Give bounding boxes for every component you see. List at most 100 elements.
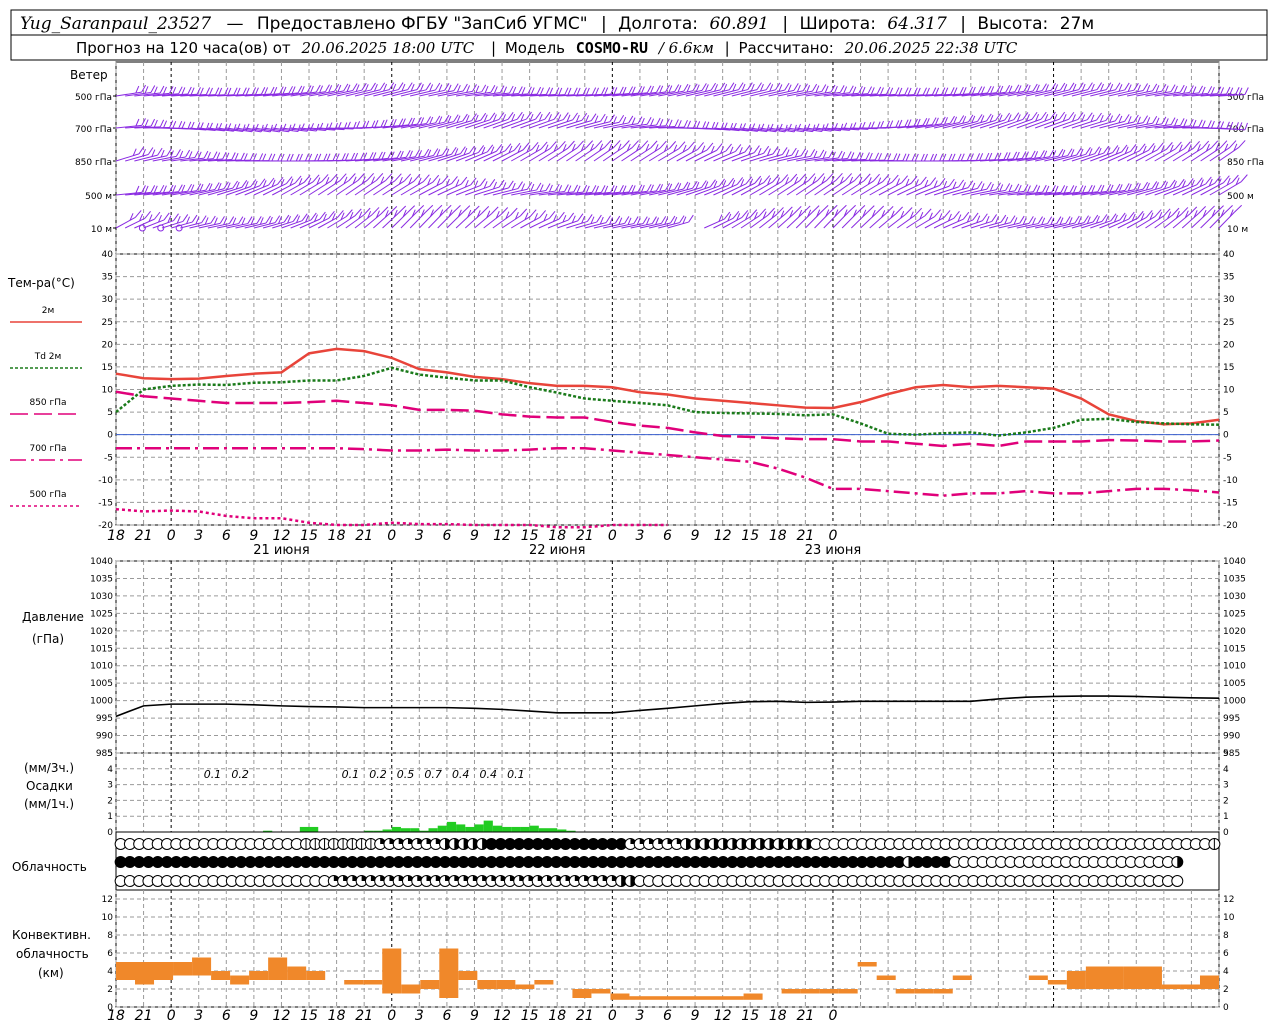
forecast-time: 20.06.2025 18:00 UTC — [300, 39, 474, 57]
wind-barb-flag — [211, 216, 215, 223]
wind-barb-flag — [908, 88, 911, 95]
precip-bar — [392, 827, 401, 832]
wind-barb-flag — [234, 88, 237, 95]
wind-barb — [815, 212, 830, 228]
y-tick-left: 0 — [107, 431, 113, 441]
wind-barb-flag — [651, 119, 654, 126]
y-tick-left: 6 — [107, 949, 113, 959]
wind-level-label-left: 500 гПа — [75, 93, 112, 103]
wind-barb-flag — [452, 176, 458, 183]
wind-barb-flag — [605, 140, 611, 147]
wind-barb-flag — [1018, 85, 1021, 92]
wind-barb-flag — [822, 85, 826, 92]
wind-barb-flag — [606, 216, 610, 223]
wind-barb-flag — [821, 205, 828, 212]
wind-barb-flag — [416, 205, 423, 212]
x-tick-bottom: 3 — [415, 1008, 424, 1024]
pressure-unit: (гПа) — [32, 632, 64, 646]
wind-barb — [934, 218, 954, 228]
header-line-2: Прогноз на 120 часа(ов) от 20.06.2025 18… — [76, 39, 1018, 57]
conv-bar — [230, 976, 249, 985]
precip-unit-3h: (мм/3ч.) — [24, 761, 74, 775]
y-tick-right: 1015 — [1223, 644, 1246, 654]
wind-barb-flag — [949, 154, 952, 161]
wind-barb — [925, 217, 944, 228]
precip-3h-label: 0.4 — [480, 768, 498, 781]
wind-barb-flag — [1031, 151, 1035, 158]
y-tick-left: 5 — [107, 408, 113, 418]
conv-bar — [839, 989, 858, 994]
x-tick-bottom: 18 — [328, 1008, 346, 1024]
wind-barb-flag — [896, 207, 903, 214]
wind-barb-flag — [173, 185, 176, 192]
conv-bar — [572, 989, 591, 998]
wind-barb-flag — [206, 87, 209, 94]
conv-bar — [1181, 985, 1200, 990]
wind-barb-flag — [136, 86, 139, 93]
wind-barb — [732, 153, 754, 161]
wind-barb-flag — [885, 153, 888, 160]
wind-barb-flag — [407, 206, 414, 213]
wind-barb-flag — [1089, 185, 1093, 192]
wind-barb — [686, 150, 707, 161]
y-tick-right: -15 — [1223, 498, 1238, 508]
wind-barb — [1173, 214, 1190, 228]
y-tick-left: 2 — [107, 796, 113, 806]
wind-barb-flag — [250, 153, 253, 160]
wind-barb-flag — [372, 121, 375, 128]
wind-barb-flag — [875, 153, 878, 160]
wind-barb-flag — [399, 206, 406, 213]
alt-label: Высота: — [977, 14, 1048, 34]
wind-barb-flag — [785, 83, 789, 90]
wind-barb-flag — [647, 117, 651, 124]
wind-barb — [410, 182, 433, 195]
wind-barb — [805, 212, 821, 228]
wind-barb-flag — [853, 87, 856, 94]
wind-barb-flag — [890, 88, 893, 95]
temp-legend-label: 700 гПа — [29, 444, 66, 454]
wind-barb — [815, 180, 836, 195]
wind-barb-flag — [263, 154, 266, 161]
conv-bar — [135, 962, 154, 985]
wind-barb-flag — [1101, 185, 1104, 192]
x-tick-bottom: 12 — [273, 1008, 291, 1024]
wind-barb-flag — [597, 215, 602, 222]
wind-barb-flag — [1009, 86, 1012, 93]
conv-bar — [154, 962, 173, 980]
wind-barb-flag — [1202, 121, 1205, 128]
wind-barb-flag — [574, 185, 578, 192]
wind-barb-flag — [1241, 175, 1247, 182]
wind-barb — [401, 182, 423, 195]
wind-barb-flag — [620, 185, 624, 192]
wind-barb-flag — [160, 120, 163, 127]
wind-barb-flag — [200, 88, 203, 95]
wind-barb-flag — [504, 87, 507, 94]
wind-barb-flag — [601, 114, 606, 121]
y-tick-left: 8 — [107, 931, 113, 941]
wind-barb-flag — [739, 83, 743, 90]
wind-barb-flag — [958, 154, 961, 161]
wind-barb — [566, 148, 586, 161]
wind-barb-flag — [215, 88, 218, 95]
y-tick-left: 25 — [102, 318, 113, 328]
wind-barb — [769, 214, 786, 228]
wind-barb-flag — [338, 85, 341, 92]
wind-barb-flag — [592, 88, 595, 95]
wind-barb-flag — [269, 154, 272, 161]
wind-barb-flag — [1069, 112, 1074, 119]
wind-barb-flag — [1165, 86, 1168, 93]
y-tick-left: -10 — [98, 476, 113, 486]
wind-barb-flag — [711, 83, 715, 90]
wind-barb — [1201, 148, 1221, 161]
wind-barb-flag — [703, 121, 706, 128]
wind-barb-flag — [1181, 118, 1185, 125]
x-tick-bottom: 6 — [663, 1008, 672, 1024]
y-tick-right: -10 — [1223, 476, 1238, 486]
wind-level-label-left: 500 м — [85, 192, 112, 202]
wind-barb-flag — [568, 213, 573, 220]
conv-bar — [477, 980, 496, 989]
wind-barb-flag — [390, 119, 393, 126]
wind-barb-flag — [463, 84, 467, 91]
precip-bar — [410, 828, 419, 832]
wind-barb-flag — [235, 153, 238, 160]
